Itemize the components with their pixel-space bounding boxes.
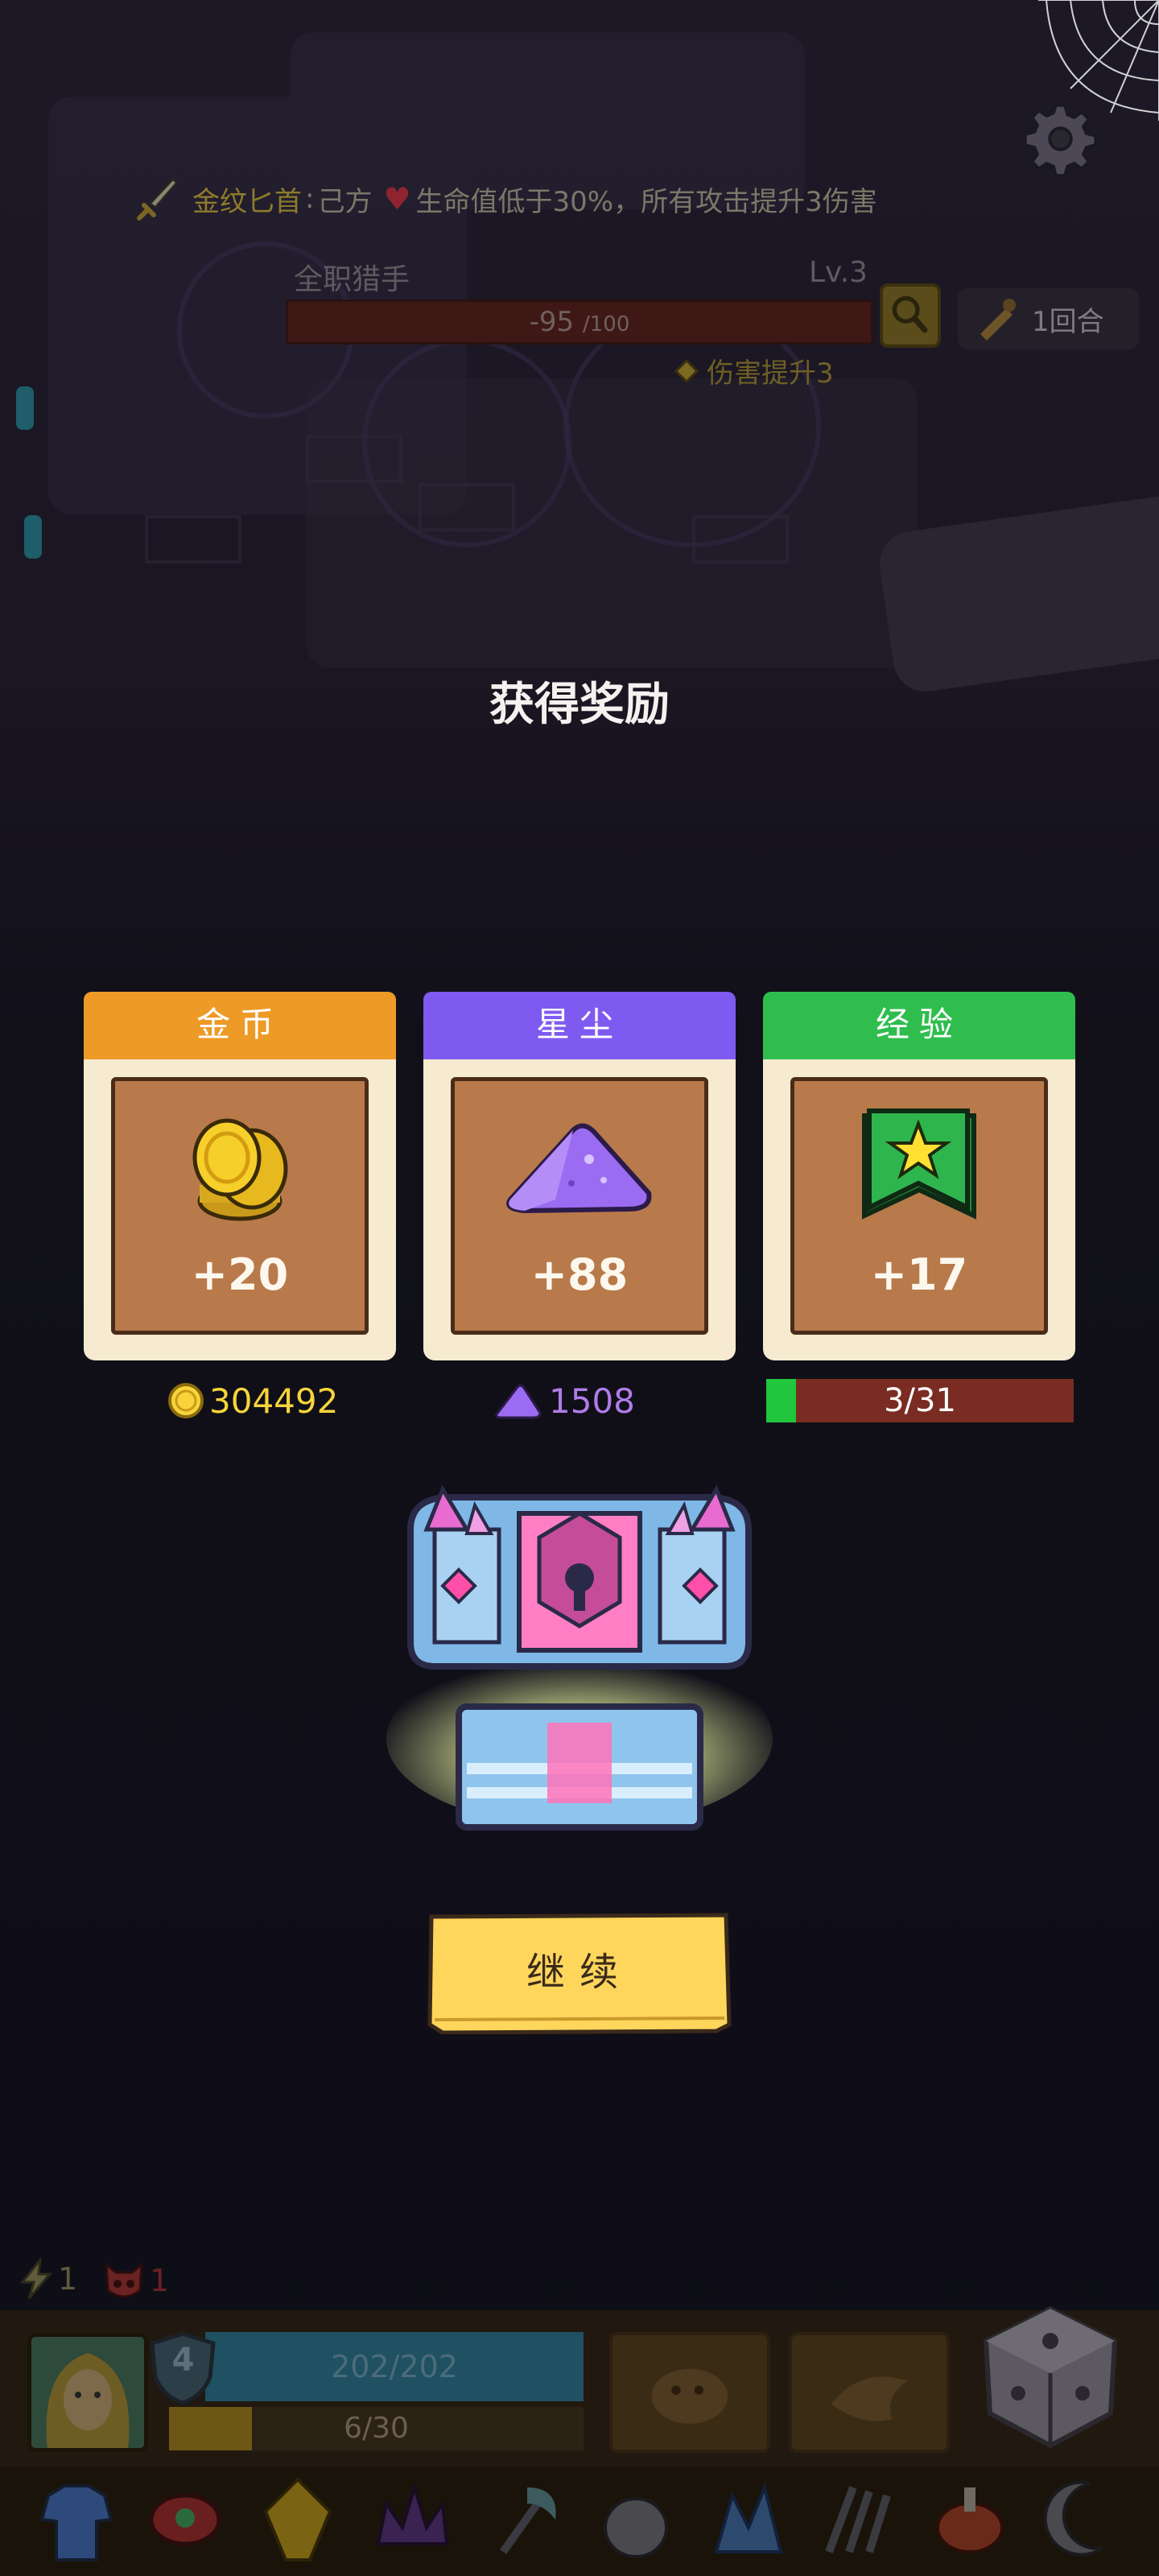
reward-card-amount: +17 [870, 1249, 968, 1300]
stardust-total-value: 1508 [549, 1381, 635, 1421]
gold-total-value: 304492 [209, 1381, 339, 1421]
player-level: 4 [171, 2342, 195, 2379]
reward-card-label: 经验 [763, 992, 1075, 1059]
inventory-axe-icon[interactable] [479, 2471, 567, 2568]
player-hp-bar: 202/202 [205, 2332, 584, 2401]
heart-icon: ♥ [383, 181, 411, 217]
reward-card-label: 星尘 [423, 992, 736, 1059]
beast-icon [651, 2368, 728, 2424]
magnifier-icon [892, 295, 928, 333]
continue-button-label: 继续 [526, 1950, 633, 1995]
buff-target: 己方 [317, 185, 373, 218]
inventory-ring-icon[interactable] [141, 2471, 229, 2568]
item-buff-description: 金纹匕首 : 己方 ♥ 生命值低于30%，所有攻击提升3伤害 [133, 178, 877, 221]
player-hp-text: 202/202 [331, 2349, 458, 2384]
reward-title: 获得奖励 [489, 679, 670, 731]
star-banner-icon [862, 1108, 976, 1220]
energy-counter: 1 [18, 2258, 77, 2300]
dice-button[interactable] [978, 2301, 1123, 2454]
damage-buff: 伤害提升3 [674, 351, 834, 390]
round-label: 1回合 [1032, 305, 1104, 338]
inventory-shirt-icon[interactable] [32, 2471, 121, 2568]
threat-counter: 1 [100, 2258, 169, 2303]
energy-value: 1 [58, 2261, 78, 2297]
settings-gear-icon[interactable] [1022, 101, 1099, 177]
dagger-icon [137, 178, 178, 221]
reward-card-amount: +20 [191, 1249, 289, 1300]
continue-button[interactable]: 继续 [427, 1912, 732, 2034]
enemy-hp-bar: -95 /100 [286, 299, 873, 345]
player-avatar[interactable] [27, 2333, 148, 2452]
inventory-claw-icon[interactable] [813, 2471, 901, 2568]
inventory-crystal-icon[interactable] [704, 2471, 793, 2568]
treasure-chest-icon [386, 1484, 773, 1831]
stardust-icon [495, 1384, 542, 1419]
reward-card-stardust: 星尘 +88 [423, 992, 736, 1360]
inventory-gem-icon[interactable] [254, 2471, 342, 2568]
reward-card-label: 金币 [84, 992, 396, 1059]
gold-total: 304492 [166, 1378, 338, 1423]
reward-card-gold: 金币 +20 [84, 992, 396, 1360]
stardust-total: 1508 [489, 1378, 635, 1423]
inspect-button[interactable] [880, 283, 941, 348]
hero-portrait-icon [31, 2337, 144, 2448]
gold-coins-icon [192, 1118, 288, 1221]
diamond-icon [674, 358, 699, 383]
enemy-hp-current: -95 [529, 306, 575, 338]
player-level-badge: 4 [149, 2330, 217, 2406]
exp-progress-text: 3/31 [884, 1382, 956, 1419]
stardust-pile-icon [506, 1123, 652, 1214]
enemy-level: Lv.3 [809, 256, 868, 289]
skill-slot-bird[interactable] [789, 2332, 950, 2453]
player-xp-bar: 6/30 [169, 2407, 584, 2450]
threat-value: 1 [150, 2263, 170, 2298]
player-xp-text: 6/30 [344, 2412, 409, 2445]
inventory-pot-icon[interactable] [592, 2471, 680, 2568]
skill-slot-beast[interactable] [609, 2332, 770, 2453]
exp-progress-bar: 3/31 [766, 1379, 1074, 1422]
enemy-name: 全职猎手 [294, 263, 410, 296]
bird-icon [831, 2376, 908, 2421]
inventory-meat-icon[interactable] [926, 2471, 1014, 2568]
coin-icon [168, 1383, 204, 1418]
demon-mask-icon [105, 2261, 143, 2298]
lightning-icon [19, 2258, 53, 2299]
reward-card-amount: +88 [530, 1249, 629, 1300]
buff-item-name: 金纹匕首 [192, 185, 302, 218]
enemy-hp-max: /100 [582, 312, 630, 336]
damage-buff-text: 伤害提升3 [707, 357, 834, 390]
inventory-crown-icon[interactable] [366, 2471, 455, 2568]
horn-icon [980, 299, 1016, 341]
buff-effect: 生命值低于30%，所有攻击提升3伤害 [415, 185, 877, 218]
inventory-moon-icon[interactable] [1034, 2471, 1123, 2568]
reward-card-exp: 经验 +17 [763, 992, 1075, 1360]
round-counter: 1回合 [958, 288, 1139, 349]
buff-separator: : [305, 183, 315, 215]
